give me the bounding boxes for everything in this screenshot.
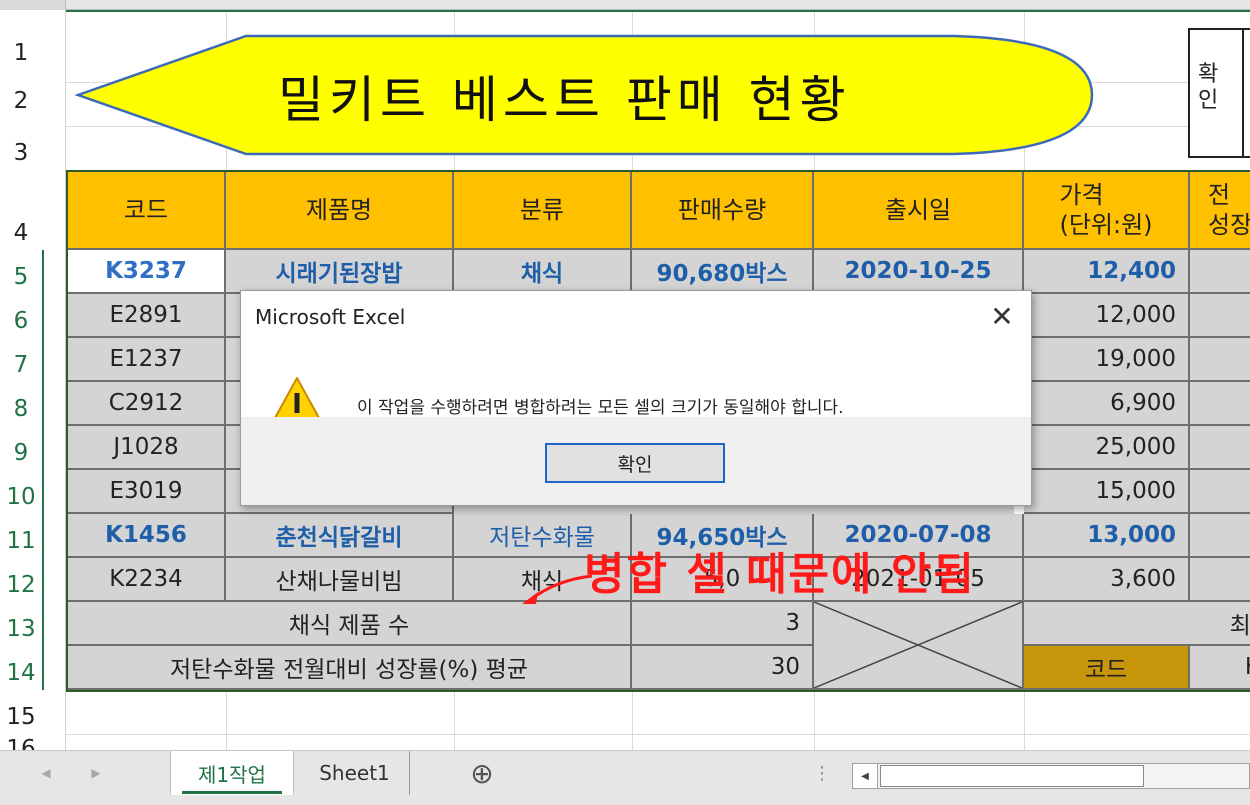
header-quantity[interactable]: 판매수량 bbox=[632, 172, 814, 250]
cell-code[interactable]: K3237 bbox=[68, 250, 226, 294]
max-label-cell[interactable]: 최대 bbox=[1024, 602, 1250, 646]
row-number[interactable]: 1 bbox=[0, 10, 42, 70]
summary-veg-count-value[interactable]: 3 bbox=[632, 602, 814, 646]
cell-growth[interactable] bbox=[1190, 470, 1250, 514]
annotation-text: 병합 셀 때문에 안됨 bbox=[584, 549, 976, 600]
cell-code[interactable]: J1028 bbox=[68, 426, 226, 470]
row-number[interactable]: 4 bbox=[0, 170, 42, 250]
cell-code[interactable]: E2891 bbox=[68, 294, 226, 338]
row-number[interactable]: 13 bbox=[0, 602, 42, 646]
header-product-name[interactable]: 제품명 bbox=[226, 172, 454, 250]
cell-growth[interactable] bbox=[1190, 558, 1250, 602]
dialog-title: Microsoft Excel bbox=[255, 305, 406, 329]
cell-growth[interactable] bbox=[1190, 250, 1250, 294]
cell-price[interactable]: 19,000 bbox=[1024, 338, 1190, 382]
cell-price[interactable]: 6,900 bbox=[1024, 382, 1190, 426]
cell-code[interactable]: K1456 bbox=[68, 514, 226, 558]
grid-line bbox=[454, 690, 455, 750]
code-label-cell[interactable]: 코드 bbox=[1024, 646, 1190, 690]
selection-border-top bbox=[66, 10, 1250, 12]
cell-name[interactable]: 산채나물비빔 bbox=[226, 558, 454, 602]
cell-price[interactable]: 3,600 bbox=[1024, 558, 1190, 602]
cell-price[interactable]: 12,000 bbox=[1024, 294, 1190, 338]
cell-price[interactable]: 15,000 bbox=[1024, 470, 1190, 514]
cell-name[interactable]: 춘천식닭갈비 bbox=[226, 514, 454, 558]
dialog-titlebar[interactable]: Microsoft Excel ✕ bbox=[241, 291, 1031, 345]
header-code[interactable]: 코드 bbox=[68, 172, 226, 250]
tab-split-handle-icon[interactable]: ⋮ bbox=[812, 751, 832, 795]
add-sheet-icon[interactable]: ⊕ bbox=[464, 751, 500, 795]
crossed-merged-cell[interactable] bbox=[814, 602, 1024, 690]
cell-growth[interactable] bbox=[1190, 382, 1250, 426]
title-text: 밀키트 베스트 판매 현황 bbox=[278, 71, 851, 129]
cell-code[interactable]: C2912 bbox=[68, 382, 226, 426]
row-number[interactable]: 8 bbox=[0, 382, 42, 426]
scrollbar-thumb[interactable] bbox=[880, 765, 1144, 787]
cell-category[interactable]: 채식 bbox=[454, 250, 632, 294]
cell-price[interactable]: 25,000 bbox=[1024, 426, 1190, 470]
grid-line bbox=[814, 690, 815, 750]
sheet-tab-bar: ◀ ▶ 제1작업 Sheet1 ⊕ ⋮ ◀ bbox=[0, 750, 1250, 805]
row-number[interactable]: 6 bbox=[0, 294, 42, 338]
prev-sheet-icon[interactable]: ◀ bbox=[32, 751, 60, 795]
row-number[interactable]: 3 bbox=[0, 118, 42, 170]
cell-price[interactable]: 12,400 bbox=[1024, 250, 1190, 294]
row-number[interactable]: 7 bbox=[0, 338, 42, 382]
annotation-arrow bbox=[522, 574, 593, 604]
next-sheet-icon[interactable]: ▶ bbox=[82, 751, 110, 795]
row-number[interactable]: 15 bbox=[0, 690, 42, 734]
select-all-corner[interactable] bbox=[0, 0, 66, 10]
header-price[interactable]: 가격 (단위:원) bbox=[1024, 172, 1190, 250]
row-number[interactable]: 10 bbox=[0, 470, 42, 514]
approval-divider bbox=[1242, 28, 1244, 158]
row-number[interactable]: 2 bbox=[0, 70, 42, 118]
header-category[interactable]: 분류 bbox=[454, 172, 632, 250]
tab-label: 제1작업 bbox=[198, 762, 266, 787]
header-release-date[interactable]: 출시일 bbox=[814, 172, 1024, 250]
dialog-message: 이 작업을 수행하려면 병합하려는 모든 셀의 크기가 동일해야 합니다. bbox=[357, 398, 844, 418]
cell-code[interactable]: E1237 bbox=[68, 338, 226, 382]
close-icon[interactable]: ✕ bbox=[987, 300, 1017, 333]
cell-growth[interactable] bbox=[1190, 426, 1250, 470]
scroll-left-icon[interactable]: ◀ bbox=[852, 763, 878, 789]
tab-sheet1-task[interactable]: 제1작업 bbox=[170, 751, 294, 795]
cell-code[interactable]: K2234 bbox=[68, 558, 226, 602]
row-number[interactable]: 14 bbox=[0, 646, 42, 690]
row-number[interactable]: 5 bbox=[0, 250, 42, 294]
row-number[interactable]: 12 bbox=[0, 558, 42, 602]
summary-lowcarb-growth-label[interactable]: 저탄수화물 전월대비 성장률(%) 평균 bbox=[68, 646, 632, 690]
cell-growth[interactable] bbox=[1190, 294, 1250, 338]
row-number[interactable]: 11 bbox=[0, 514, 42, 558]
cell-growth[interactable] bbox=[1190, 514, 1250, 558]
summary-veg-count-label[interactable]: 채식 제품 수 bbox=[68, 602, 632, 646]
summary-lowcarb-growth-value[interactable]: 30 bbox=[632, 646, 814, 690]
grid-line bbox=[42, 734, 1250, 735]
tab-sheet1[interactable]: Sheet1 bbox=[300, 751, 410, 795]
cell-growth[interactable] bbox=[1190, 338, 1250, 382]
cell-code[interactable]: E3019 bbox=[68, 470, 226, 514]
cell-name[interactable]: 시래기된장밥 bbox=[226, 250, 454, 294]
cell-date[interactable]: 2020-10-25 bbox=[814, 250, 1024, 294]
approval-label: 확 인 bbox=[1198, 62, 1219, 114]
error-dialog[interactable]: Microsoft Excel ✕ 이 작업을 수행하려면 병합하려는 모든 셀… bbox=[240, 290, 1032, 506]
row-number[interactable]: 16 bbox=[0, 734, 42, 750]
active-tab-underline bbox=[182, 791, 282, 794]
grid-line bbox=[632, 690, 633, 750]
cross-lines bbox=[814, 602, 1022, 688]
cell-quantity[interactable]: 90,680박스 bbox=[632, 250, 814, 294]
ok-button[interactable]: 확인 bbox=[545, 443, 725, 483]
cell-price[interactable]: 13,000 bbox=[1024, 514, 1190, 558]
grid-line bbox=[226, 690, 227, 750]
row-selection-indicator bbox=[42, 250, 44, 690]
header-growth[interactable]: 전 성장 bbox=[1190, 172, 1250, 250]
row-number[interactable]: 9 bbox=[0, 426, 42, 470]
grid-line bbox=[1024, 690, 1025, 750]
column-header-strip[interactable] bbox=[0, 0, 1250, 10]
code-value-cell[interactable]: K bbox=[1190, 646, 1250, 690]
